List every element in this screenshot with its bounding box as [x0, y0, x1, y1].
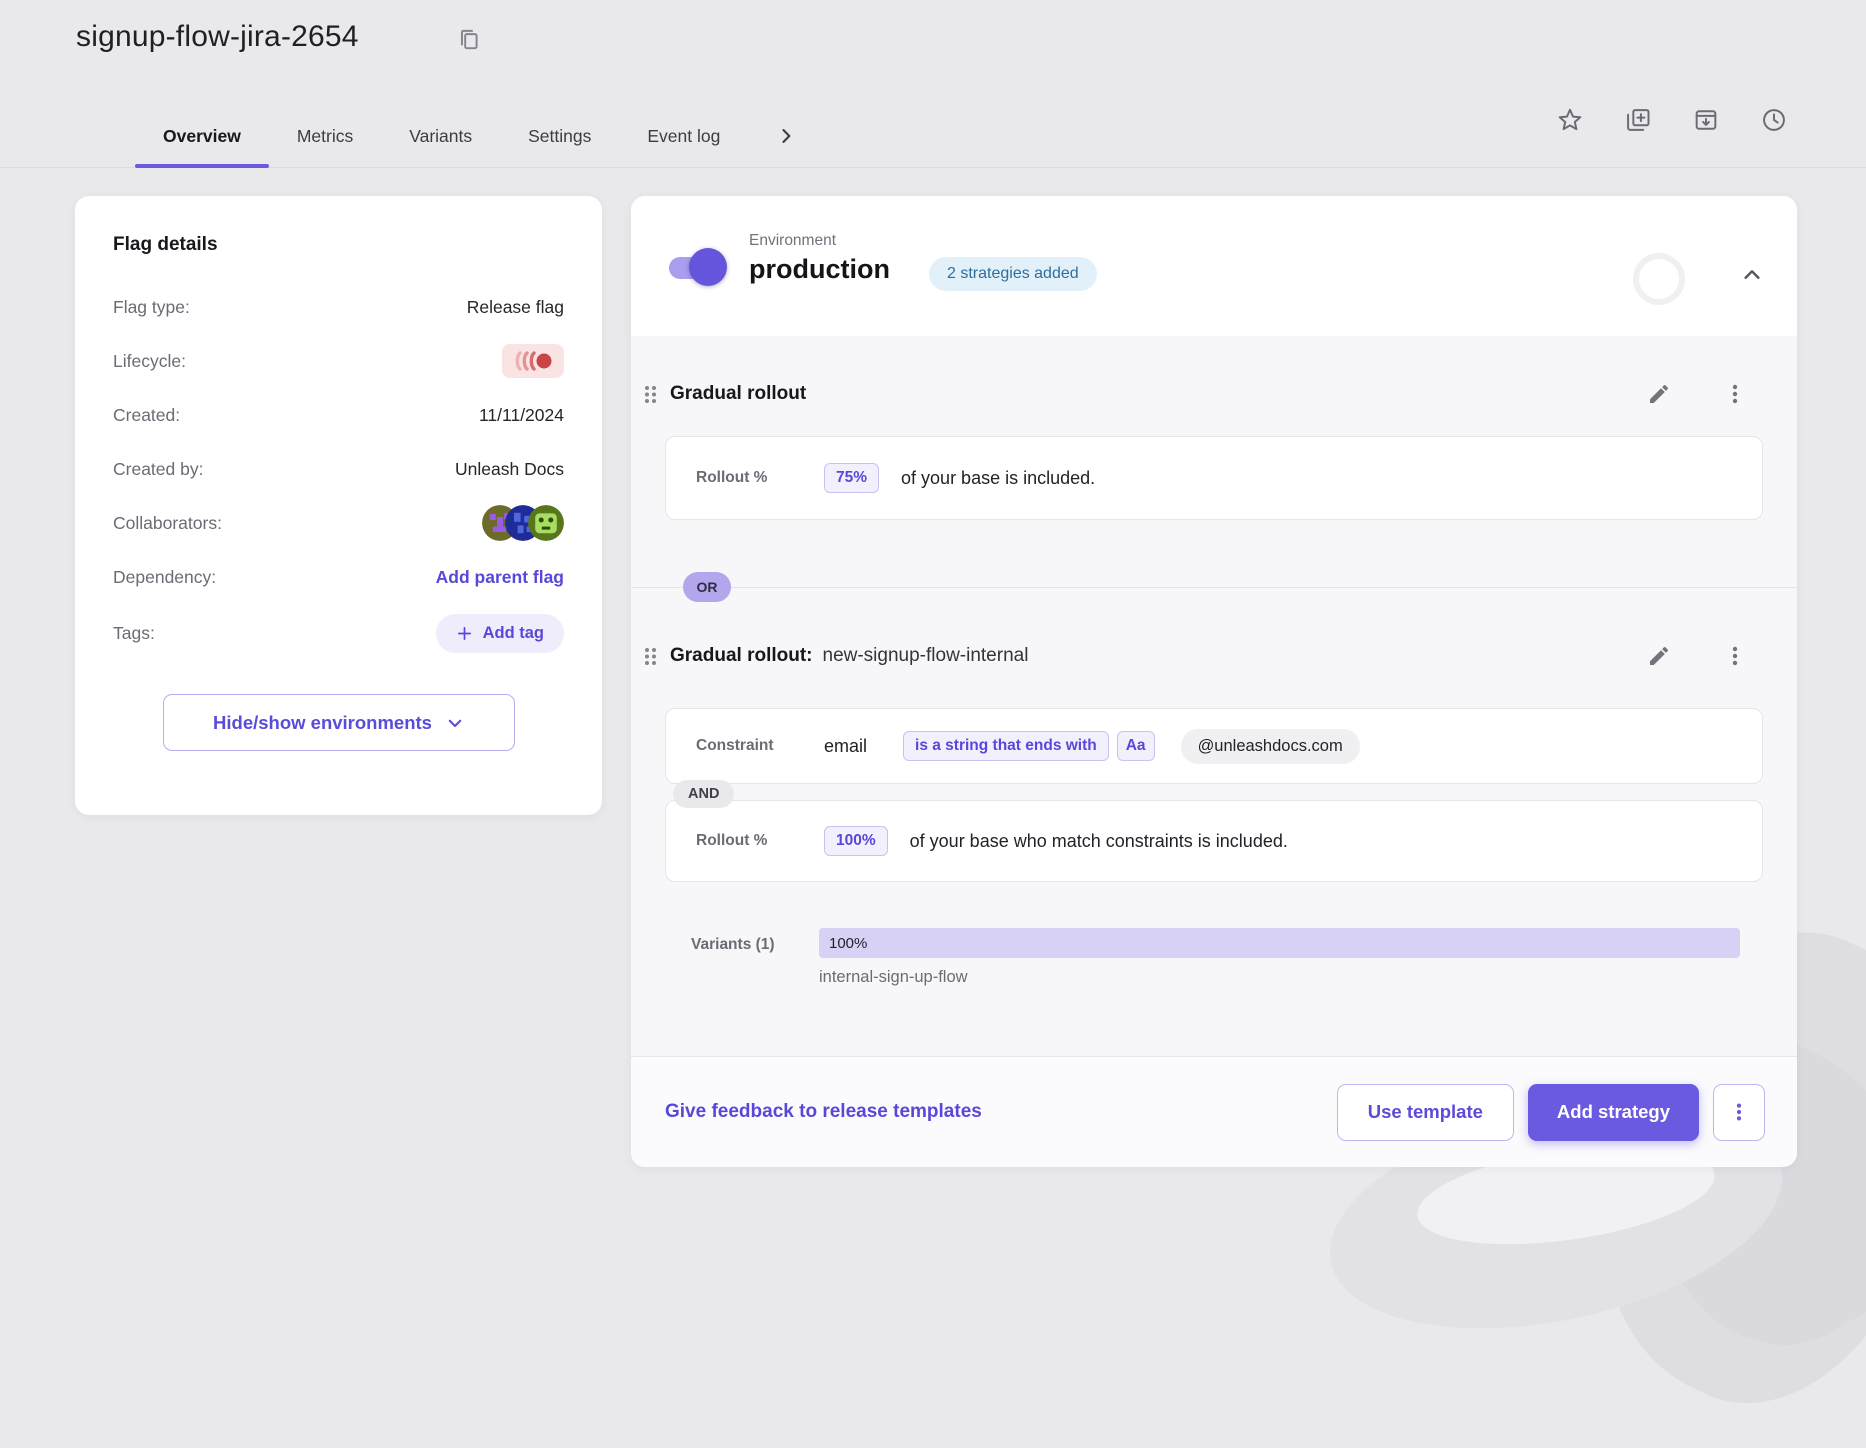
created-by-value: Unleash Docs — [455, 459, 564, 480]
chevron-up-icon[interactable] — [1735, 258, 1769, 292]
tab-bar: Overview Metrics Variants Settings Event… — [135, 104, 800, 168]
lifecycle-row: Lifecycle: — [111, 334, 566, 388]
variant-name: internal-sign-up-flow — [819, 968, 968, 987]
and-connector-badge: AND — [673, 780, 734, 808]
dependency-row: Dependency: Add parent flag — [111, 550, 566, 604]
flag-details-card: Flag details Flag type: Release flag Lif… — [75, 196, 602, 815]
release-templates-feedback-link[interactable]: Give feedback to release templates — [665, 1101, 982, 1123]
strategies-panel: Gradual rollout Rollout % 75% of your ba… — [631, 336, 1797, 1056]
rollout-label: Rollout % — [696, 469, 824, 487]
or-connector-badge: OR — [683, 572, 731, 602]
rollout-label: Rollout % — [696, 832, 824, 850]
tab-overview[interactable]: Overview — [135, 104, 269, 168]
tags-label: Tags: — [113, 623, 155, 644]
constraint-row: Constraint email is a string that ends w… — [665, 708, 1763, 784]
metrics-ring-icon — [1633, 253, 1685, 305]
clock-icon[interactable] — [1760, 106, 1788, 134]
tab-metrics[interactable]: Metrics — [269, 104, 381, 168]
collaborator-avatars[interactable] — [482, 505, 564, 541]
constraint-operator-chip: is a string that ends with — [903, 731, 1109, 761]
rollout-percentage-chip: 100% — [824, 826, 888, 856]
strategy-1-title: Gradual rollout — [670, 383, 806, 405]
lifecycle-label: Lifecycle: — [113, 351, 186, 372]
rollout-percentage-chip: 75% — [824, 463, 879, 493]
variants-label: Variants (1) — [691, 936, 775, 954]
drag-handle-icon[interactable] — [643, 646, 658, 667]
flag-actions — [1556, 106, 1788, 134]
tab-event-log[interactable]: Event log — [619, 104, 748, 168]
flag-type-value: Release flag — [467, 297, 564, 318]
created-label: Created: — [113, 405, 180, 426]
flag-type-row: Flag type: Release flag — [111, 280, 566, 334]
environment-toggle[interactable] — [669, 248, 727, 286]
chevron-right-icon[interactable] — [772, 122, 800, 150]
collaborators-label: Collaborators: — [113, 513, 222, 534]
environment-footer: Give feedback to release templates Use t… — [631, 1056, 1797, 1167]
created-by-label: Created by: — [113, 459, 203, 480]
edit-strategy-icon[interactable] — [1647, 644, 1671, 668]
add-tag-button[interactable]: Add tag — [436, 614, 564, 653]
edit-strategy-icon[interactable] — [1647, 382, 1671, 406]
environment-name: production — [749, 254, 890, 285]
hide-show-environments-button[interactable]: Hide/show environments — [163, 694, 515, 751]
created-row: Created: 11/11/2024 — [111, 388, 566, 442]
constraint-value-pill: @unleashdocs.com — [1181, 729, 1360, 764]
lifecycle-live-icon[interactable] — [502, 344, 564, 378]
add-parent-flag-link[interactable]: Add parent flag — [436, 567, 564, 588]
star-icon[interactable] — [1556, 106, 1584, 134]
archive-icon[interactable] — [1692, 106, 1720, 134]
footer-kebab-menu-icon[interactable] — [1713, 1084, 1765, 1141]
avatar — [528, 505, 564, 541]
add-strategy-button[interactable]: Add strategy — [1528, 1084, 1699, 1141]
strategy-2-name: new-signup-flow-internal — [823, 645, 1029, 667]
tags-row: Tags: Add tag — [111, 604, 566, 662]
strategy-2-rollout-row: Rollout % 100% of your base who match co… — [665, 800, 1763, 882]
add-tag-label: Add tag — [483, 624, 544, 643]
strategy-separator-line — [631, 587, 1797, 588]
kebab-menu-icon[interactable] — [1723, 644, 1747, 668]
toggle-thumb — [689, 248, 727, 286]
tab-settings[interactable]: Settings — [500, 104, 619, 168]
strategies-count-badge: 2 strategies added — [929, 257, 1097, 291]
environment-label: Environment — [749, 232, 836, 250]
case-sensitive-chip: Aa — [1117, 731, 1155, 761]
tab-variants[interactable]: Variants — [381, 104, 500, 168]
dependency-label: Dependency: — [113, 567, 216, 588]
chevron-down-icon — [446, 714, 464, 732]
created-value: 11/11/2024 — [479, 405, 564, 426]
copy-add-icon[interactable] — [1624, 106, 1652, 134]
flag-details-heading: Flag details — [113, 234, 566, 256]
created-by-row: Created by: Unleash Docs — [111, 442, 566, 496]
constraint-field: email — [824, 736, 867, 757]
variant-percent: 100% — [829, 935, 867, 952]
rollout-description: of your base who match constraints is in… — [910, 831, 1288, 852]
use-template-button[interactable]: Use template — [1337, 1084, 1514, 1141]
plus-icon — [456, 625, 473, 642]
strategy-1-header: Gradual rollout — [643, 372, 1797, 416]
constraint-label: Constraint — [696, 737, 824, 755]
environment-header: Environment production 2 strategies adde… — [631, 196, 1797, 336]
copy-flag-name-icon[interactable] — [456, 26, 482, 52]
environment-card: Environment production 2 strategies adde… — [631, 196, 1797, 1167]
strategy-1-rollout-row: Rollout % 75% of your base is included. — [665, 436, 1763, 520]
page-title: signup-flow-jira-2654 — [76, 20, 359, 54]
collaborators-row: Collaborators: — [111, 496, 566, 550]
flag-type-label: Flag type: — [113, 297, 190, 318]
kebab-menu-icon[interactable] — [1723, 382, 1747, 406]
rollout-description: of your base is included. — [901, 468, 1095, 489]
strategy-2-header: Gradual rollout: new-signup-flow-interna… — [643, 634, 1797, 678]
drag-handle-icon[interactable] — [643, 384, 658, 405]
strategy-2-title: Gradual rollout: — [670, 645, 813, 667]
hide-show-environments-label: Hide/show environments — [213, 712, 432, 734]
variant-distribution-bar: 100% — [819, 928, 1740, 958]
